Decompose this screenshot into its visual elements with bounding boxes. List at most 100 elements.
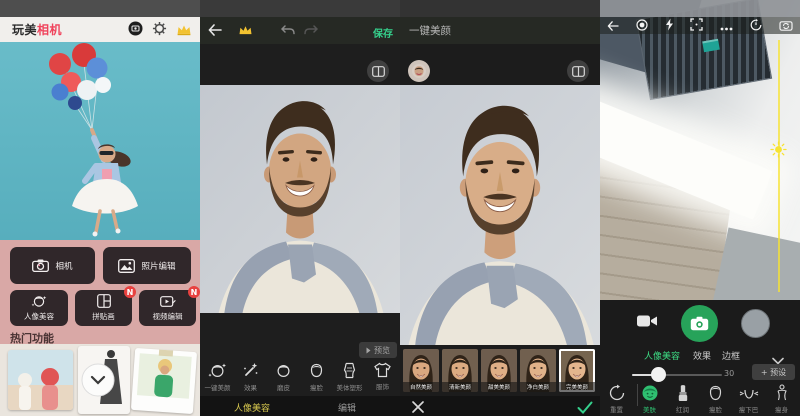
video-mode-icon[interactable]: [636, 313, 658, 333]
touch-capture-icon[interactable]: [636, 16, 648, 35]
premium-crown-icon[interactable]: [176, 21, 192, 40]
save-button[interactable]: 保存: [373, 25, 393, 40]
new-badge: N: [188, 286, 200, 298]
settings-gear-icon[interactable]: [152, 21, 167, 40]
skin-face-icon: [641, 384, 659, 402]
apply-check-icon[interactable]: [577, 399, 593, 416]
new-badge: N: [124, 286, 136, 298]
featured-templates: [0, 344, 200, 416]
beauty-slider-value: 30: [724, 369, 734, 378]
portrait-beauty-button[interactable]: 人像美容: [10, 290, 68, 326]
preset-list: 自然美颜 清新美颜 甜美美颜 净白美颜 完美美颜: [403, 349, 595, 392]
photo-edit-button[interactable]: 照片编辑: [103, 247, 191, 284]
tool-effects[interactable]: 效果: [234, 360, 267, 396]
status-bar: [600, 0, 800, 17]
tool-auto-beautify[interactable]: 一键美颜: [201, 360, 234, 396]
tool-reset[interactable]: 重置: [600, 382, 633, 416]
more-options-icon[interactable]: [720, 16, 733, 35]
camera-screen: 人像美容 效果 边框 30 + 预设 重置 美肤: [600, 0, 800, 416]
face-sparkle-icon: [208, 362, 227, 379]
promo-apps-icon[interactable]: [128, 21, 143, 40]
confirm-bar: [400, 396, 600, 416]
beauty-slider-track[interactable]: [632, 374, 722, 376]
screenshot-root: 玩美相机: [0, 0, 800, 416]
chin-icon: [739, 384, 759, 402]
preview-button-label: 预览: [374, 345, 390, 356]
tab-portrait-beauty[interactable]: 人像美容: [644, 349, 680, 362]
home-screen: 玩美相机: [0, 0, 200, 416]
portrait-beauty-label: 人像美容: [24, 311, 54, 322]
photo-after: [400, 85, 600, 345]
shirt-icon: [374, 362, 391, 378]
compare-split-icon[interactable]: [367, 60, 389, 82]
collage-button[interactable]: N 拼贴画: [75, 290, 132, 326]
face-sparkle-icon: [31, 294, 47, 308]
exposure-sun-icon[interactable]: [770, 141, 787, 162]
template-card-clock[interactable]: [78, 346, 130, 414]
tab-effects[interactable]: 效果: [693, 349, 711, 362]
undo-icon[interactable]: [281, 21, 295, 40]
beautify-screen: 一键美颜: [400, 0, 600, 416]
timer-icon[interactable]: [750, 16, 762, 35]
compare-split-icon[interactable]: [567, 60, 589, 82]
exposure-slider-line[interactable]: [778, 40, 780, 292]
beauty-slider-knob[interactable]: [651, 367, 666, 382]
tab-frames[interactable]: 边框: [722, 349, 740, 362]
template-card-polaroid[interactable]: [131, 348, 197, 414]
photo-before: [200, 85, 400, 313]
photo-edit-button-label: 照片编辑: [141, 260, 175, 272]
camera-button[interactable]: 相机: [10, 247, 95, 284]
shutter-button[interactable]: [681, 305, 718, 342]
editor-screen: 保存: [200, 0, 400, 416]
preset-item[interactable]: 自然美颜: [403, 349, 439, 392]
preset-item[interactable]: 甜美美颜: [481, 349, 517, 392]
tab-portrait-beauty[interactable]: 人像美容: [234, 401, 270, 414]
editor-topbar: 保存: [200, 17, 400, 44]
editor-toolbar: 一键美颜 效果 磨皮 瘦脸 美体塑形 服饰: [201, 360, 399, 396]
caret-icon: [366, 347, 371, 354]
tool-body-slim[interactable]: 瘦身: [765, 382, 798, 416]
tool-body-shaper[interactable]: 美体塑形: [333, 360, 366, 396]
video-edit-button[interactable]: N 视频编辑: [139, 290, 196, 326]
editor-tabbar: 人像美容 编辑: [200, 396, 400, 416]
page-title: 一键美颜: [409, 23, 451, 38]
status-bar: [0, 0, 200, 17]
back-icon[interactable]: [607, 16, 619, 35]
tool-face-slim[interactable]: 瘦脸: [300, 360, 333, 396]
status-bar: [200, 0, 400, 17]
template-card-beach[interactable]: [8, 350, 73, 410]
tool-smooth-skin[interactable]: 磨皮: [267, 360, 300, 396]
premium-crown-icon[interactable]: [238, 21, 253, 40]
app-title: 玩美相机: [12, 21, 62, 38]
face-avatar-icon[interactable]: [408, 60, 430, 82]
preset-item[interactable]: 净白美颜: [520, 349, 556, 392]
flash-icon[interactable]: [665, 16, 674, 35]
camera-icon: [690, 316, 709, 331]
beauty-tool-row: 重置 美肤 红润 瘦脸 瘦下巴: [600, 382, 800, 416]
tool-outfit[interactable]: 服饰: [366, 360, 399, 396]
home-header: 玩美相机: [0, 17, 200, 42]
preset-item[interactable]: 清新美颜: [442, 349, 478, 392]
photo-icon: [118, 259, 135, 273]
preset-item-selected[interactable]: 完美美颜: [559, 349, 595, 392]
tool-skin[interactable]: 美肤: [633, 382, 666, 416]
lipstick-icon: [677, 384, 689, 402]
status-bar: [400, 0, 600, 17]
redo-icon[interactable]: [304, 21, 318, 40]
tool-chin[interactable]: 瘦下巴: [732, 382, 765, 416]
tool-blush[interactable]: 红润: [666, 382, 699, 416]
app-title-red: 相机: [37, 23, 62, 37]
face-icon: [275, 362, 292, 379]
add-preset-button[interactable]: + 预设: [752, 364, 795, 380]
collage-label: 拼贴画: [92, 311, 115, 322]
camera-tabbar: 人像美容 效果 边框: [600, 349, 800, 363]
tool-face-slim[interactable]: 瘦脸: [699, 382, 732, 416]
tab-edit[interactable]: 编辑: [338, 401, 356, 414]
gallery-thumbnail[interactable]: [741, 309, 770, 338]
camera-controls: 人像美容 效果 边框 30 + 预设 重置 美肤: [600, 300, 800, 416]
focus-frame-icon[interactable]: [690, 16, 703, 35]
preview-button[interactable]: 预览: [359, 342, 397, 358]
back-icon[interactable]: [208, 21, 222, 40]
cancel-icon[interactable]: [411, 399, 425, 416]
switch-camera-icon[interactable]: [779, 16, 793, 35]
